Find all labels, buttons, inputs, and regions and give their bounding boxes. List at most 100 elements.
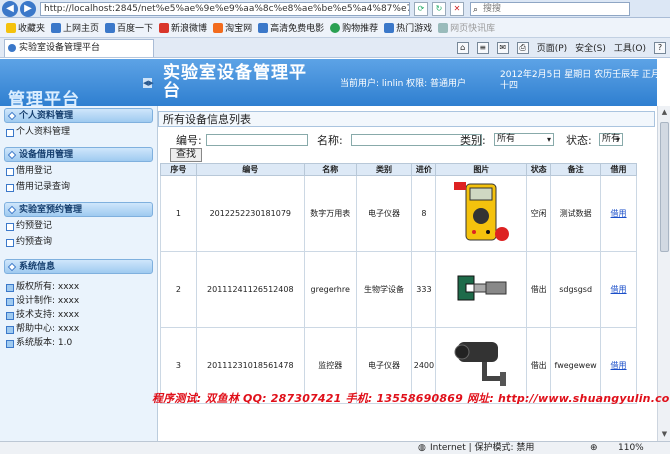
sysinfo-line: 版权所有: xxxx [6, 280, 157, 294]
cell-seq: 2 [160, 251, 197, 328]
favorites-bar: 收藏夹 上网主页 百度一下 新浪微博 淘宝网 高清免费电影 购物推荐 热门游戏 … [0, 18, 670, 38]
search-icon: ⌕ [473, 4, 479, 15]
col-header: 编号 [195, 163, 305, 176]
table-row: 2 20111241126512408 gregerhre 生物学设备 333 … [160, 251, 637, 328]
sysinfo-line: 系统版本: 1.0 [6, 336, 157, 350]
cell-seq: 1 [160, 175, 197, 252]
mail-icon[interactable]: ✉ [496, 41, 509, 54]
url-input[interactable]: http://localhost:2845/net%e5%ae%9e%e9%aa… [40, 1, 410, 16]
cell-price: 333 [411, 251, 437, 328]
star-icon [6, 22, 16, 33]
sidebar-section-profile[interactable]: 个人资料管理 [4, 108, 153, 123]
query-button[interactable]: 查找 [170, 148, 202, 162]
fav-link-6[interactable]: 购物推荐 [330, 21, 378, 34]
cell-name: gregerhre [303, 251, 357, 328]
page-menu[interactable]: 页面(P) [537, 41, 567, 54]
globe-icon [330, 22, 341, 33]
cell-status: 空闲 [526, 175, 552, 252]
tools-menu[interactable]: 工具(O) [614, 41, 646, 54]
fav-link-2[interactable]: 百度一下 [105, 21, 153, 34]
status-bar: ◍ Internet | 保护模式: 禁用 ⊕ 110% [0, 441, 670, 454]
table-row: 1 2012252230181079 数字万用表 电子仪器 8 空闲 测试数据 … [160, 175, 637, 252]
sysinfo-line: 技术支持: xxxx [6, 308, 157, 322]
fav-link-8[interactable]: 网页快讯库 [438, 21, 495, 34]
search-input[interactable]: ⌕ 搜搜 [470, 1, 630, 16]
date-text: 2012年2月5日 星期日 农历壬辰年 正月十四 [500, 70, 660, 91]
status-select[interactable]: 所有 [599, 133, 623, 146]
fav-link-3[interactable]: 新浪微博 [159, 21, 207, 34]
safety-menu[interactable]: 安全(S) [575, 41, 606, 54]
borrow-link[interactable]: 借用 [611, 285, 627, 294]
col-header: 序号 [160, 163, 197, 176]
help-icon[interactable]: ? [654, 41, 666, 54]
filter-form: 编号: 名称: 类别: 所有 状态: 所有 查找 [158, 130, 655, 166]
micrometer-image [457, 275, 507, 300]
diamond-icon [7, 150, 17, 160]
app-header: 管理平台 ◀▶ 实验室设备管理平台 当前用户: linlin 权限: 普通用户 … [0, 59, 660, 110]
cell-image [435, 251, 528, 328]
status-label: 状态: [566, 134, 592, 147]
scroll-thumb[interactable] [660, 122, 669, 252]
sidebar-item-borrow-register[interactable]: 借用登记 [6, 165, 157, 178]
command-bar: ⌂ ≡ ✉ ⎙ 页面(P) 安全(S) 工具(O) ? [456, 41, 666, 54]
sidebar-item-borrow-records[interactable]: 借用记录查询 [6, 181, 157, 194]
address-bar: ◀ ▶ http://localhost:2845/net%e5%ae%9e%e… [0, 0, 670, 18]
sidebar-item-reserve-query[interactable]: 约预查询 [6, 236, 157, 249]
page-title: 实验室设备管理平台 [163, 63, 307, 101]
name-label: 名称: [317, 134, 343, 147]
fav-link-5[interactable]: 高清免费电影 [258, 21, 324, 34]
zoom-level[interactable]: 110% [618, 442, 644, 454]
cell-status: 借出 [526, 251, 552, 328]
security-zone: Internet | 保护模式: 禁用 [430, 443, 535, 453]
col-header: 状态 [526, 163, 552, 176]
category-label: 类别: [460, 134, 486, 147]
home-icon[interactable]: ⌂ [456, 41, 469, 54]
sidebar-section-reserve[interactable]: 实验室预约管理 [4, 202, 153, 217]
diamond-icon [7, 111, 17, 121]
code-input[interactable] [206, 134, 308, 146]
cell-code: 20111241126512408 [195, 251, 305, 328]
tab-active[interactable]: 实验室设备管理平台 [4, 38, 154, 57]
fav-link-4[interactable]: 淘宝网 [213, 21, 252, 34]
col-header: 进价 [411, 163, 437, 176]
cell-action: 借用 [600, 251, 637, 328]
favorites-button[interactable]: 收藏夹 [6, 21, 45, 34]
feed-icon[interactable]: ≡ [476, 41, 489, 54]
page-icon [438, 22, 449, 33]
cell-note: sdgsgsd [550, 251, 602, 328]
borrow-link[interactable]: 借用 [611, 209, 627, 218]
diamond-icon [7, 262, 17, 272]
scroll-down-icon[interactable]: ▼ [660, 430, 669, 439]
panel-title: 所有设备信息列表 [158, 111, 655, 127]
back-icon[interactable]: ◀ [2, 0, 18, 17]
user-info: 当前用户: linlin 权限: 普通用户 [340, 79, 467, 89]
col-header: 备注 [550, 163, 602, 176]
print-icon[interactable]: ⎙ [516, 41, 529, 54]
page-icon [384, 22, 395, 33]
cell-price: 8 [411, 175, 437, 252]
cell-code: 2012252230181079 [195, 175, 305, 252]
page-icon [105, 22, 116, 33]
sysinfo-line: 帮助中心: xxxx [6, 322, 157, 336]
fav-link-1[interactable]: 上网主页 [51, 21, 99, 34]
compat-icon[interactable]: ⟳ [414, 1, 428, 16]
forward-icon[interactable]: ▶ [20, 0, 36, 17]
refresh-icon[interactable]: ↻ [432, 1, 446, 16]
sidebar-item-reserve-register[interactable]: 约预登记 [6, 220, 157, 233]
col-header: 借用 [600, 163, 637, 176]
weibo-icon [159, 22, 170, 33]
sidebar-section-sysinfo: 系统信息 [4, 259, 153, 274]
page-icon [258, 22, 269, 33]
col-header: 名称 [303, 163, 357, 176]
page-icon [8, 43, 16, 52]
fav-link-7[interactable]: 热门游戏 [384, 21, 432, 34]
stop-icon[interactable]: ✕ [450, 1, 464, 16]
scroll-up-icon[interactable]: ▲ [660, 108, 669, 117]
collapse-sidebar-icon[interactable]: ◀▶ [143, 78, 154, 88]
sidebar-section-borrow[interactable]: 设备借用管理 [4, 147, 153, 162]
category-select[interactable]: 所有 [494, 133, 554, 146]
cell-category: 电子仪器 [355, 175, 413, 252]
cell-name: 数字万用表 [303, 175, 357, 252]
sidebar-item-profile[interactable]: 个人资料管理 [6, 126, 157, 139]
borrow-link[interactable]: 借用 [611, 361, 627, 370]
